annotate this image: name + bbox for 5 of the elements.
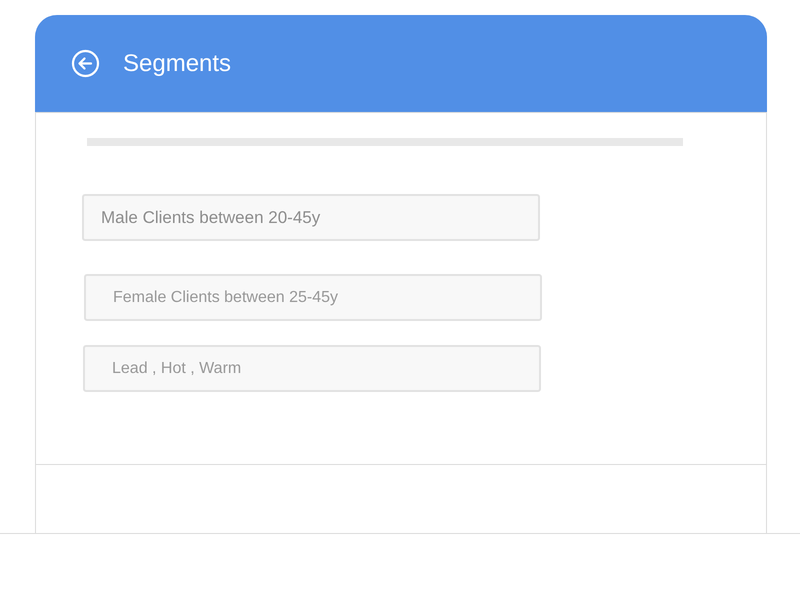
back-icon[interactable] (71, 49, 100, 78)
segment-item[interactable]: Female Clients between 25-45y (84, 274, 542, 321)
page-title: Segments (123, 48, 232, 78)
segment-item[interactable]: Male Clients between 20-45y (82, 194, 540, 241)
segment-item[interactable]: Lead , Hot , Warm (83, 345, 541, 392)
